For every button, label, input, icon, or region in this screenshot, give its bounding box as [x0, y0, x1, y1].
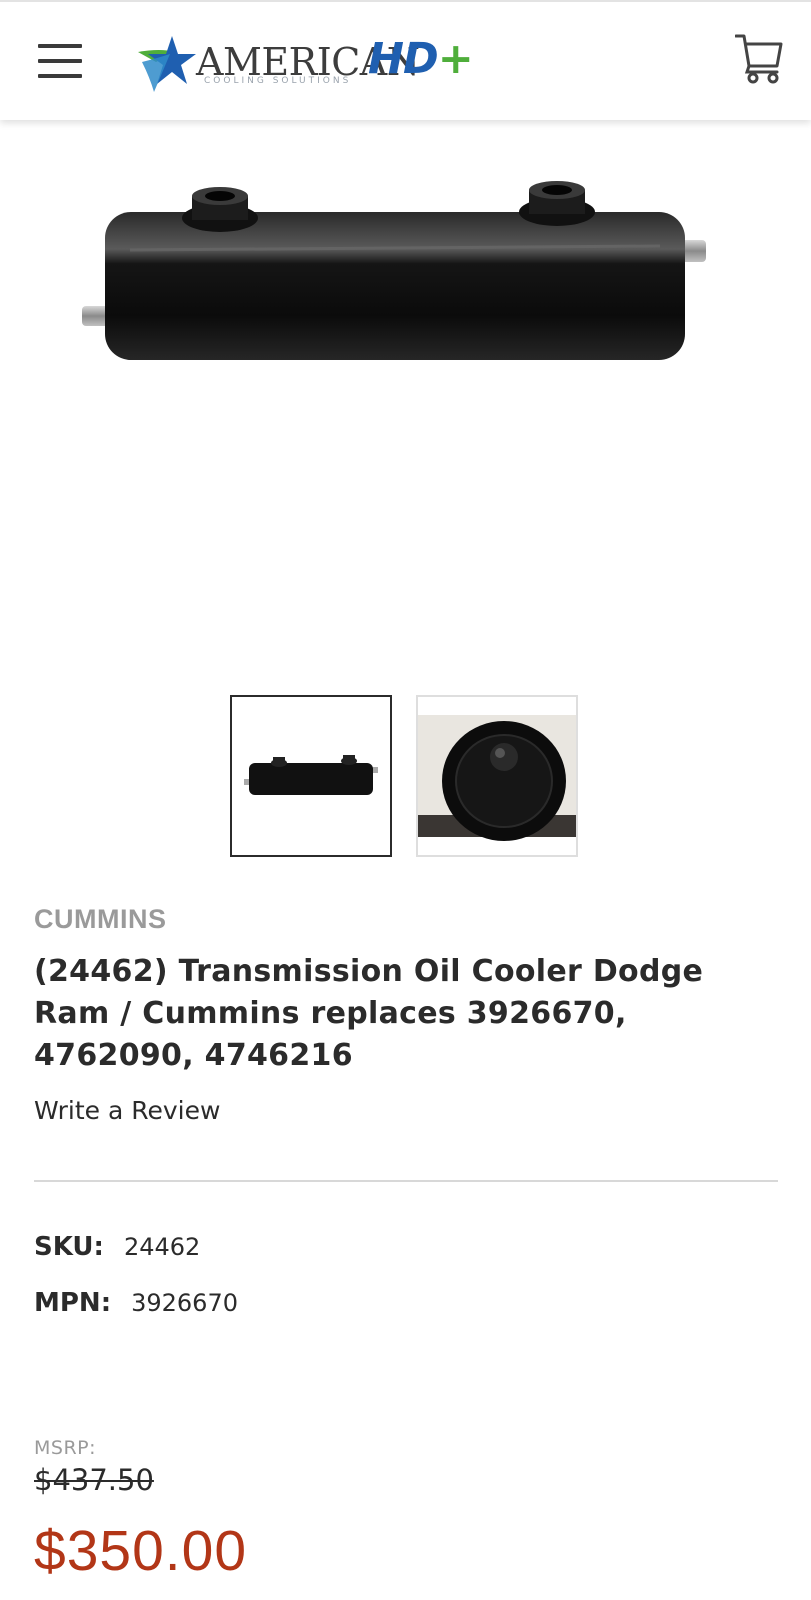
mpn-value: 3926670	[131, 1289, 238, 1317]
msrp-label: MSRP:	[34, 1437, 97, 1459]
hamburger-menu-icon[interactable]	[38, 44, 82, 78]
sku-label: SKU:	[34, 1232, 104, 1262]
sku-row: SKU: 24462	[34, 1232, 200, 1262]
mpn-label: MPN:	[34, 1288, 112, 1318]
star-swoosh-icon	[138, 36, 196, 92]
product-title: (24462) Transmission Oil Cooler Dodge Ra…	[34, 954, 704, 1073]
product-main-image[interactable]	[60, 160, 750, 400]
sale-price: $350.00	[34, 1519, 248, 1583]
thumbnail-side-view[interactable]	[230, 695, 392, 857]
msrp-price: $437.50	[34, 1463, 154, 1497]
write-review-link[interactable]: Write a Review	[34, 1096, 220, 1125]
sku-value: 24462	[123, 1233, 201, 1261]
mpn-row: MPN: 3926670	[34, 1288, 238, 1318]
section-divider	[34, 1180, 778, 1182]
logo-tagline: COOLING SOLUTIONS	[204, 76, 352, 86]
thumbnail-end-view-image	[418, 715, 576, 841]
site-logo[interactable]: AMERICAN COOLING SOLUTIONS HD+	[136, 30, 516, 96]
product-brand[interactable]: CUMMINS	[34, 904, 167, 935]
site-header: AMERICAN COOLING SOLUTIONS HD+	[0, 0, 811, 120]
shopping-cart-icon[interactable]	[735, 30, 783, 84]
logo-hd-plus: HD+	[368, 34, 474, 84]
thumbnail-end-view[interactable]	[416, 695, 578, 857]
thumbnail-side-view-image	[244, 755, 378, 795]
